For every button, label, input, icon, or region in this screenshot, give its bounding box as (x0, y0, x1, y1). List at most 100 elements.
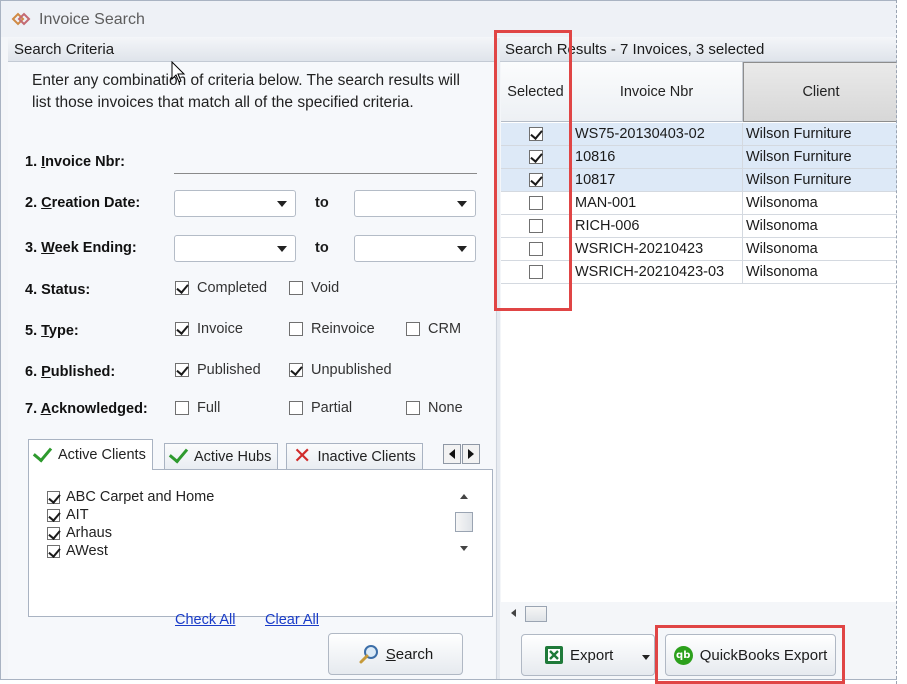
chevron-down-icon (277, 246, 287, 252)
acknowledged-full-checkbox[interactable]: Full (175, 400, 220, 416)
column-header-selected[interactable]: Selected (501, 62, 571, 122)
client-cell: Wilson Furniture (743, 146, 897, 169)
quickbooks-export-button[interactable]: qb QuickBooks Export (665, 634, 836, 676)
acknowledged-label: 7. Acknowledged: (25, 401, 148, 417)
client-tabs: Active Clients Active Hubs ✕ Inactive Cli… (28, 439, 493, 628)
row-select-checkbox[interactable] (528, 265, 543, 279)
client-item[interactable]: AWest (47, 542, 214, 560)
scroll-up-icon[interactable] (460, 494, 468, 499)
week-ending-from-dropdown[interactable] (174, 235, 296, 262)
mouse-pointer-icon (171, 61, 186, 83)
type-label: 5. Type: (25, 323, 79, 339)
table-row[interactable]: 10817 Wilson Furniture (501, 169, 897, 192)
row-selected-cell[interactable] (501, 169, 571, 192)
unpublished-checkbox[interactable]: Unpublished (289, 362, 392, 378)
type-invoice-checkbox[interactable]: Invoice (175, 321, 243, 337)
checkbox-box (289, 363, 303, 377)
tab-active-hubs[interactable]: Active Hubs (164, 443, 279, 469)
acknowledged-none-checkbox[interactable]: None (406, 400, 463, 416)
client-item[interactable]: AIT (47, 506, 214, 524)
invoice-nbr-cell: WS75-20130403-02 (571, 123, 743, 146)
row-selected-cell[interactable] (501, 123, 571, 146)
creation-date-to-dropdown[interactable] (354, 190, 476, 217)
column-header-invoice-nbr[interactable]: Invoice Nbr (571, 62, 743, 122)
excel-icon (545, 646, 563, 664)
row-selected-cell[interactable] (501, 215, 571, 238)
scroll-left-icon[interactable] (511, 609, 516, 617)
clear-all-link[interactable]: Clear All (265, 612, 319, 628)
invoice-nbr-label: 1. Invoice Nbr: (25, 154, 125, 170)
acknowledged-partial-checkbox[interactable]: Partial (289, 400, 352, 416)
row-select-checkbox[interactable] (528, 173, 543, 187)
row-selected-cell[interactable] (501, 146, 571, 169)
client-item[interactable]: ABC Carpet and Home (47, 488, 214, 506)
table-row[interactable]: WSRICH-20210423-03 Wilsonoma (501, 261, 897, 284)
invoice-nbr-cell: RICH-006 (571, 215, 743, 238)
row-select-checkbox[interactable] (528, 127, 543, 141)
creation-date-from-dropdown[interactable] (174, 190, 296, 217)
client-name: AWest (66, 543, 108, 559)
arrow-right-icon (468, 449, 474, 459)
checkbox-label: CRM (428, 321, 462, 337)
scroll-thumb[interactable] (455, 512, 473, 532)
tab-active-clients[interactable]: Active Clients (28, 439, 153, 470)
check-all-link[interactable]: Check All (175, 612, 235, 628)
column-header-client[interactable]: Client (743, 62, 897, 122)
checkbox-label: Reinvoice (311, 321, 375, 337)
tab-scroll-right-button[interactable] (462, 444, 480, 464)
chevron-down-icon[interactable] (642, 655, 650, 660)
checkbox-box (47, 490, 60, 504)
chevron-down-icon (457, 246, 467, 252)
client-cell: Wilson Furniture (743, 169, 897, 192)
table-row[interactable]: WS75-20130403-02 Wilson Furniture (501, 123, 897, 146)
search-button[interactable]: Search (328, 633, 463, 675)
title-bar: Invoice Search (1, 1, 897, 37)
row-select-checkbox[interactable] (528, 150, 543, 164)
row-selected-cell[interactable] (501, 261, 571, 284)
client-list-scrollbar[interactable] (455, 490, 473, 558)
row-select-checkbox[interactable] (528, 219, 543, 233)
quickbooks-logo-icon: qb (673, 645, 693, 665)
client-cell: Wilson Furniture (743, 123, 897, 146)
row-select-checkbox[interactable] (528, 242, 543, 256)
table-row[interactable]: 10816 Wilson Furniture (501, 146, 897, 169)
row-selected-cell[interactable] (501, 192, 571, 215)
checkbox-label: Invoice (197, 321, 243, 337)
table-row[interactable]: RICH-006 Wilsonoma (501, 215, 897, 238)
tab-inactive-clients[interactable]: ✕ Inactive Clients (286, 443, 423, 469)
scroll-thumb[interactable] (525, 606, 547, 622)
red-x-icon: ✕ (293, 443, 312, 469)
type-crm-checkbox[interactable]: CRM (406, 321, 461, 337)
tab-label: Active Clients (58, 447, 146, 463)
week-ending-to-dropdown[interactable] (354, 235, 476, 262)
checkbox-box (289, 281, 303, 295)
scroll-down-icon[interactable] (460, 546, 468, 551)
export-button[interactable]: Export (521, 634, 655, 676)
client-item[interactable]: Arhaus (47, 524, 214, 542)
week-ending-to-label: to (315, 240, 329, 256)
row-select-checkbox[interactable] (528, 196, 543, 210)
table-row[interactable]: WSRICH-20210423 Wilsonoma (501, 238, 897, 261)
table-row[interactable]: MAN-001 Wilsonoma (501, 192, 897, 215)
type-reinvoice-checkbox[interactable]: Reinvoice (289, 321, 375, 337)
invoice-nbr-input[interactable] (174, 152, 477, 174)
invoice-nbr-cell: MAN-001 (571, 192, 743, 215)
creation-date-to-label: to (315, 195, 329, 211)
invoice-search-window: Invoice Search Search Criteria Enter any… (0, 0, 898, 680)
tab-scroll-left-button[interactable] (443, 444, 461, 464)
creation-date-label: 2. Creation Date: (25, 195, 141, 211)
status-completed-checkbox[interactable]: Completed (175, 280, 267, 296)
status-void-checkbox[interactable]: Void (289, 280, 339, 296)
grid-header-row: Selected Invoice Nbr Client (501, 62, 897, 122)
green-check-icon (168, 443, 189, 464)
window-title: Invoice Search (39, 11, 145, 28)
client-name: Arhaus (66, 525, 112, 541)
checkbox-label: Unpublished (311, 362, 392, 378)
row-selected-cell[interactable] (501, 238, 571, 261)
status-label: 4. Status: (25, 282, 91, 298)
results-horizontal-scrollbar[interactable] (501, 605, 897, 623)
chevron-down-icon (277, 201, 287, 207)
published-checkbox[interactable]: Published (175, 362, 261, 378)
panel-splitter[interactable] (496, 38, 500, 679)
client-name: ABC Carpet and Home (66, 489, 215, 505)
